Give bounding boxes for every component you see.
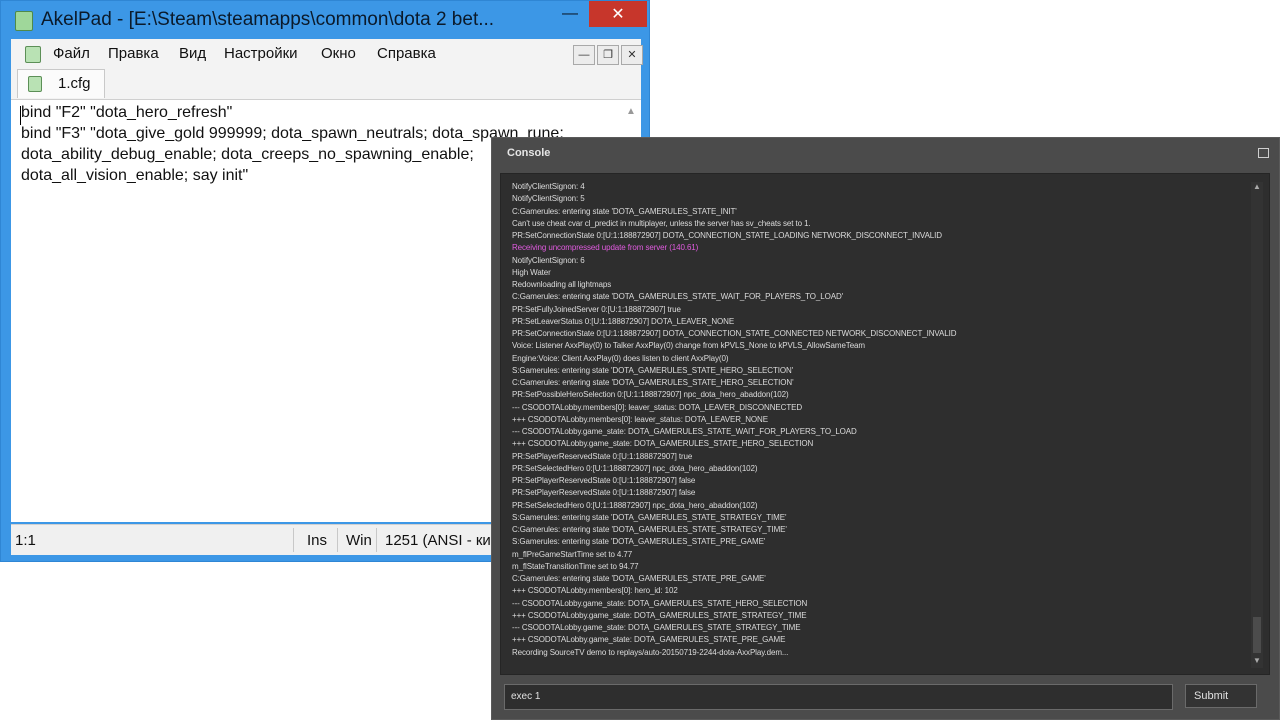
console-command-input[interactable]: exec 1: [504, 684, 1173, 710]
document-icon: [28, 76, 42, 92]
status-position: 1:1: [15, 532, 36, 549]
console-log-line: C:Gamerules: entering state 'DOTA_GAMERU…: [512, 378, 794, 387]
akelpad-app-icon: [15, 11, 33, 31]
scroll-down-arrow-icon[interactable]: ▼: [1251, 656, 1263, 668]
document-icon[interactable]: [25, 46, 41, 63]
console-scrollbar[interactable]: ▲ ▼: [1251, 182, 1263, 668]
console-window: Console ▲ ▼ NotifyClientSignon: 4 NotifyC…: [491, 137, 1280, 720]
status-divider: [376, 528, 377, 552]
console-log-line: Recording SourceTV demo to replays/auto-…: [512, 647, 789, 657]
console-log-line: Engine:Voice: Client AxxPlay(0) does lis…: [512, 353, 729, 363]
menu-view[interactable]: Вид: [179, 45, 206, 62]
scroll-up-arrow-icon[interactable]: ▲: [623, 106, 639, 120]
console-log-line: Redownloading all lightmaps: [512, 280, 612, 289]
status-divider: [337, 528, 338, 552]
console-log-line: PR:SetConnectionState 0:[U:1:188872907] …: [512, 231, 942, 240]
console-log-line: PR:SetFullyJoinedServer 0:[U:1:188872907…: [512, 304, 681, 314]
submit-button[interactable]: Submit: [1185, 684, 1257, 708]
editor-line: dota_all_vision_enable; say init": [21, 167, 249, 184]
console-log-line: +++ CSODOTALobby.members[0]: hero_id: 10…: [512, 586, 678, 596]
window-title: AkelPad - [E:\Steam\steamapps\common\dot…: [41, 9, 495, 30]
scroll-thumb[interactable]: [1253, 617, 1261, 653]
editor-line: bind "F2" "dota_hero_refresh": [21, 104, 233, 121]
tab-1-cfg[interactable]: 1.cfg: [17, 69, 105, 98]
console-log-line: --- CSODOTALobby.game_state: DOTA_GAMERU…: [512, 623, 801, 632]
console-log-line: +++ CSODOTALobby.game_state: DOTA_GAMERU…: [512, 439, 814, 449]
console-log-line: PR:SetPossibleHeroSelection 0:[U:1:18887…: [512, 390, 789, 400]
menu-settings[interactable]: Настройки: [224, 45, 298, 62]
console-log-line: --- CSODOTALobby.members[0]: leaver_stat…: [512, 402, 803, 412]
console-log-line: C:Gamerules: entering state 'DOTA_GAMERU…: [512, 574, 766, 583]
menu-window[interactable]: Окно: [321, 45, 356, 62]
console-log-line: +++ CSODOTALobby.members[0]: leaver_stat…: [512, 414, 768, 424]
console-log-line: S:Gamerules: entering state 'DOTA_GAMERU…: [512, 365, 794, 375]
console-log-line: Voice: Listener AxxPlay(0) to Talker Axx…: [512, 341, 865, 351]
minimize-button[interactable]: —: [547, 1, 593, 27]
console-log-line: m_flStateTransitionTime set to 94.77: [512, 561, 639, 571]
console-log-line: S:Gamerules: entering state 'DOTA_GAMERU…: [512, 512, 787, 522]
status-newline[interactable]: Win: [346, 532, 372, 549]
console-log-line: +++ CSODOTALobby.game_state: DOTA_GAMERU…: [512, 635, 786, 645]
close-button[interactable]: ✕: [589, 1, 647, 27]
console-log-line: --- CSODOTALobby.game_state: DOTA_GAMERU…: [512, 598, 808, 608]
console-log[interactable]: ▲ ▼ NotifyClientSignon: 4 NotifyClientSig…: [500, 173, 1270, 675]
status-divider: [293, 528, 294, 552]
mdi-minimize-button[interactable]: —: [573, 45, 595, 65]
menu-bar: Файл Правка Вид Настройки Окно Справка —…: [11, 39, 643, 69]
editor-line: bind "F3" "dota_give_gold 999999; dota_s…: [21, 125, 564, 142]
console-log-line: PR:SetSelectedHero 0:[U:1:188872907] npc…: [512, 500, 758, 510]
scroll-up-arrow-icon[interactable]: ▲: [1251, 182, 1263, 194]
console-log-line: PR:SetPlayerReservedState 0:[U:1:1888729…: [512, 488, 696, 498]
console-log-line: PR:SetLeaverStatus 0:[U:1:188872907] DOT…: [512, 316, 735, 326]
status-codepage[interactable]: 1251 (ANSI - ки: [385, 532, 491, 549]
console-log-line: C:Gamerules: entering state 'DOTA_GAMERU…: [512, 292, 844, 302]
maximize-icon[interactable]: [1258, 148, 1269, 158]
console-title: Console: [507, 147, 551, 159]
tab-label: 1.cfg: [58, 75, 91, 92]
console-log-line: NotifyClientSignon: 4: [512, 182, 585, 191]
editor-line: dota_ability_debug_enable; dota_creeps_n…: [21, 146, 474, 163]
mdi-close-button[interactable]: ✕: [621, 45, 643, 65]
tab-bar: 1.cfg: [11, 69, 641, 100]
console-log-line: --- CSODOTALobby.game_state: DOTA_GAMERU…: [512, 427, 857, 436]
console-log-line: Receiving uncompressed update from serve…: [512, 243, 699, 253]
console-log-line: Can't use cheat cvar cl_predict in multi…: [512, 218, 811, 228]
console-log-line: PR:SetPlayerReservedState 0:[U:1:1888729…: [512, 451, 693, 461]
title-bar[interactable]: AkelPad - [E:\Steam\steamapps\common\dot…: [1, 1, 649, 39]
console-input-value: exec 1: [511, 691, 541, 702]
console-log-line: High Water: [512, 267, 551, 277]
mdi-restore-button[interactable]: ❐: [597, 45, 619, 65]
console-log-line: PR:SetSelectedHero 0:[U:1:188872907] npc…: [512, 463, 758, 473]
console-log-line: NotifyClientSignon: 5: [512, 194, 585, 204]
console-log-line: NotifyClientSignon: 6: [512, 255, 585, 265]
menu-edit[interactable]: Правка: [108, 45, 159, 62]
console-log-line: +++ CSODOTALobby.game_state: DOTA_GAMERU…: [512, 610, 807, 620]
console-log-line: m_flPreGameStartTime set to 4.77: [512, 549, 633, 559]
status-insert-mode[interactable]: Ins: [307, 532, 327, 549]
console-log-line: S:Gamerules: entering state 'DOTA_GAMERU…: [512, 537, 766, 547]
console-log-line: C:Gamerules: entering state 'DOTA_GAMERU…: [512, 206, 737, 216]
console-log-line: PR:SetPlayerReservedState 0:[U:1:1888729…: [512, 476, 696, 485]
console-log-line: C:Gamerules: entering state 'DOTA_GAMERU…: [512, 525, 787, 534]
menu-file[interactable]: Файл: [53, 45, 90, 62]
menu-help[interactable]: Справка: [377, 45, 436, 62]
console-log-line: PR:SetConnectionState 0:[U:1:188872907] …: [512, 329, 957, 338]
